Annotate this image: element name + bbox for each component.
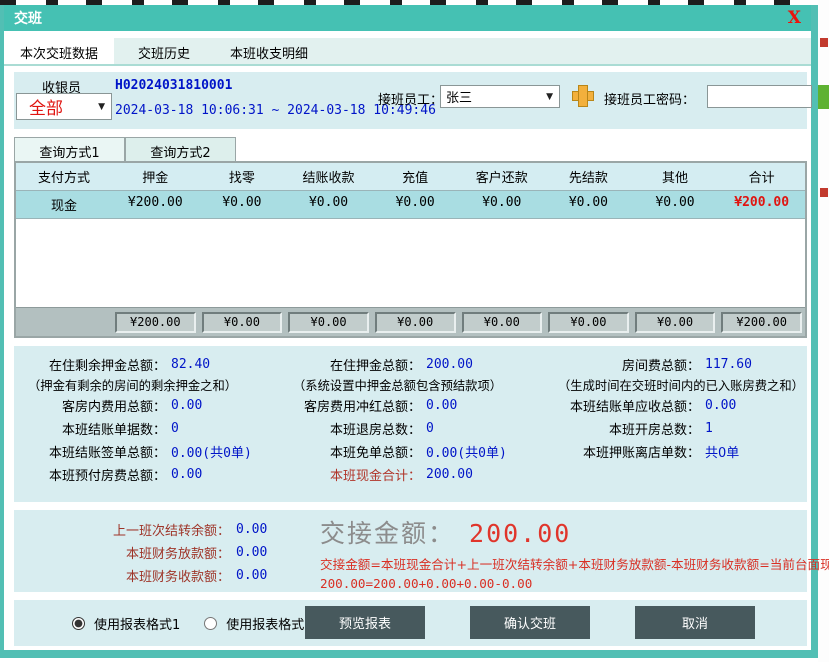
confirm-handover-button[interactable]: 确认交班 <box>470 606 590 639</box>
report-format-2-label: 使用报表格式2 <box>226 614 312 633</box>
stat-empty-cell <box>544 463 808 486</box>
tab-income-expense-detail[interactable]: 本班收支明细 <box>214 38 324 64</box>
handover-equation: 200.00=200.00+0.00+0.00-0.00 <box>320 576 810 591</box>
total-customer-repayment: ¥0.00 <box>462 312 543 333</box>
background-green-fragment <box>818 85 829 109</box>
col-header-pre-settlement[interactable]: 先结款 <box>545 163 632 190</box>
col-header-change[interactable]: 找零 <box>199 163 286 190</box>
col-header-total[interactable]: 合计 <box>718 163 805 190</box>
total-pre-settlement: ¥0.00 <box>548 312 629 333</box>
next-staff-label: 接班员工： <box>378 89 443 108</box>
preview-report-button[interactable]: 预览报表 <box>305 606 425 639</box>
tab-current-shift-data[interactable]: 本次交班数据 <box>4 38 114 64</box>
stat-remaining-deposit: 在住剩余押金总额： 82.40 <box>14 353 279 376</box>
payment-table-totals: ¥200.00 ¥0.00 ¥0.00 ¥0.00 ¥0.00 ¥0.00 ¥0… <box>16 307 805 336</box>
add-staff-icon[interactable] <box>572 85 592 105</box>
cashier-panel: 收银员 全部 ▼ H02024031810001 2024-03-18 10:0… <box>14 72 807 129</box>
report-format-1-label: 使用报表格式1 <box>94 614 180 633</box>
cell-deposit: ¥200.00 <box>112 191 199 218</box>
tab-query-mode-1[interactable]: 查询方式1 <box>14 137 125 161</box>
note-inhouse-deposit: （系统设置中押金总额包含预结款项） <box>279 376 544 394</box>
stat-credit-checkout-count: 本班押账离店单数： 共0单 <box>544 440 808 463</box>
cell-checkout-receipt: ¥0.00 <box>285 191 372 218</box>
shift-id: H02024031810001 <box>115 78 232 93</box>
col-header-recharge[interactable]: 充值 <box>372 163 459 190</box>
next-staff-password-input[interactable] <box>707 85 812 108</box>
background-red-fragment <box>820 188 828 197</box>
stat-inroom-expense: 客房内费用总额： 0.00 <box>14 394 279 417</box>
stat-expense-reversal: 客房费用冲红总额： 0.00 <box>279 394 544 417</box>
total-grand: ¥200.00 <box>721 312 802 333</box>
stat-checkin-count: 本班开房总数： 1 <box>544 417 808 440</box>
total-checkout-receipt: ¥0.00 <box>288 312 369 333</box>
main-tabstrip: 本次交班数据 交班历史 本班收支明细 <box>4 38 811 66</box>
stat-checkout-count: 本班退房总数： 0 <box>279 417 544 440</box>
col-header-checkout-receipt[interactable]: 结账收款 <box>285 163 372 190</box>
table-empty-area <box>16 219 805 307</box>
tab-shift-history[interactable]: 交班历史 <box>114 38 214 64</box>
cell-payment-method: 现金 <box>16 191 112 218</box>
stat-checkout-receivable: 本班结账单应收总额： 0.00 <box>544 394 808 417</box>
total-deposit: ¥200.00 <box>115 312 196 333</box>
background-red-fragment <box>820 38 828 47</box>
dialog-titlebar[interactable]: 交班 X <box>4 5 811 31</box>
stat-room-fee-total: 房间费总额： 117.60 <box>544 353 808 376</box>
cell-other: ¥0.00 <box>632 191 719 218</box>
handover-amount-value: 200.00 <box>455 519 571 548</box>
close-icon[interactable]: X <box>788 10 801 27</box>
next-staff-value: 张三 <box>441 87 472 106</box>
cell-recharge: ¥0.00 <box>372 191 459 218</box>
total-recharge: ¥0.00 <box>375 312 456 333</box>
shift-summary-panel: 在住剩余押金总额： 82.40 在住押金总额： 200.00 房间费总额： 11… <box>14 346 807 502</box>
col-header-payment-method[interactable]: 支付方式 <box>16 163 112 190</box>
col-header-customer-repayment[interactable]: 客户还款 <box>459 163 546 190</box>
stat-prepaid-room-fee: 本班预付房费总额： 0.00 <box>14 463 279 486</box>
report-format-1-radio[interactable] <box>72 617 85 630</box>
note-remaining-deposit: （押金有剩余的房间的剩余押金之和） <box>14 376 279 394</box>
col-header-other[interactable]: 其他 <box>632 163 719 190</box>
stat-finance-collection: 本班财务收款额： 0.00 <box>14 564 267 587</box>
total-change: ¥0.00 <box>202 312 283 333</box>
cell-change: ¥0.00 <box>199 191 286 218</box>
stat-free-bill-total: 本班免单总额： 0.00(共0单) <box>279 440 544 463</box>
cashier-select[interactable]: 全部 ▼ <box>16 93 112 120</box>
report-format-2-radio[interactable] <box>204 617 217 630</box>
stat-finance-loan: 本班财务放款额： 0.00 <box>14 541 267 564</box>
screen: 交班 X 本次交班数据 交班历史 本班收支明细 收银员 全部 ▼ H020240… <box>0 0 829 662</box>
query-tabstrip: 查询方式1 查询方式2 <box>14 137 807 161</box>
chevron-down-icon[interactable]: ▼ <box>92 102 111 112</box>
table-row-cash[interactable]: 现金 ¥200.00 ¥0.00 ¥0.00 ¥0.00 ¥0.00 ¥0.00… <box>16 191 805 219</box>
stat-previous-shift-carryover: 上一班次结转余额： 0.00 <box>14 518 267 541</box>
cell-pre-settlement: ¥0.00 <box>545 191 632 218</box>
handover-amount-label: 交接金额： <box>320 519 455 548</box>
note-room-fee: （生成时间在交班时间内的已入账房费之和） <box>544 376 808 394</box>
cell-customer-repayment: ¥0.00 <box>459 191 546 218</box>
col-header-deposit[interactable]: 押金 <box>112 163 199 190</box>
payment-table-header: 支付方式 押金 找零 结账收款 充值 客户还款 先结款 其他 合计 <box>16 163 805 191</box>
total-other: ¥0.00 <box>635 312 716 333</box>
next-staff-select[interactable]: 张三 ▼ <box>440 85 560 108</box>
handover-amount: 交接金额：200.00 <box>320 514 810 550</box>
handover-panel: 上一班次结转余额： 0.00 本班财务放款额： 0.00 本班财务收款额： 0.… <box>14 510 807 592</box>
cancel-button[interactable]: 取消 <box>635 606 755 639</box>
shift-handover-dialog: 交班 X 本次交班数据 交班历史 本班收支明细 收银员 全部 ▼ H020240… <box>0 5 818 658</box>
payment-table: 支付方式 押金 找零 结账收款 充值 客户还款 先结款 其他 合计 现金 ¥20… <box>14 161 807 338</box>
handover-formula: 交接金额=本班现金合计+上一班次结转余额+本班财务放款额-本班财务收款额=当前台… <box>320 554 810 573</box>
stat-inhouse-deposit: 在住押金总额： 200.00 <box>279 353 544 376</box>
chevron-down-icon[interactable]: ▼ <box>540 92 559 102</box>
stat-signed-bill-total: 本班结账签单总额： 0.00(共0单) <box>14 440 279 463</box>
stat-shift-cash-total: 本班现金合计： 200.00 <box>279 463 544 486</box>
stat-checkout-bill-count: 本班结账单据数： 0 <box>14 417 279 440</box>
cashier-selected-value: 全部 <box>17 94 63 119</box>
cell-total: ¥200.00 <box>718 191 805 218</box>
tab-query-mode-2[interactable]: 查询方式2 <box>125 137 236 161</box>
footer-bar: 使用报表格式1 使用报表格式2 预览报表 确认交班 取消 <box>14 600 807 646</box>
dialog-title: 交班 <box>14 8 42 28</box>
next-staff-password-label: 接班员工密码： <box>604 89 695 108</box>
